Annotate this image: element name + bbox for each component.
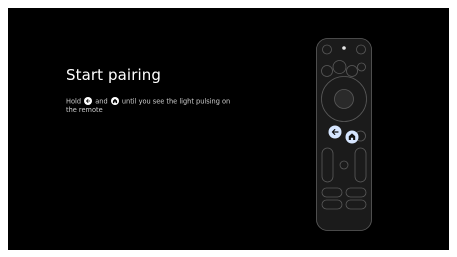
home-icon <box>110 97 119 105</box>
instruction-text-and: and <box>95 97 108 106</box>
pairing-instructions: Hold and until you see the light pulsing… <box>66 97 241 115</box>
page-title: Start pairing <box>66 66 161 84</box>
remote-illustration <box>316 38 372 231</box>
back-arrow-icon <box>84 97 93 105</box>
pairing-screen: Start pairing Hold and until you see the… <box>8 8 449 250</box>
instruction-text-hold: Hold <box>66 97 82 106</box>
remote-dpad-center <box>334 89 354 109</box>
remote-indicator-light <box>342 46 346 50</box>
remote-body <box>316 38 372 231</box>
